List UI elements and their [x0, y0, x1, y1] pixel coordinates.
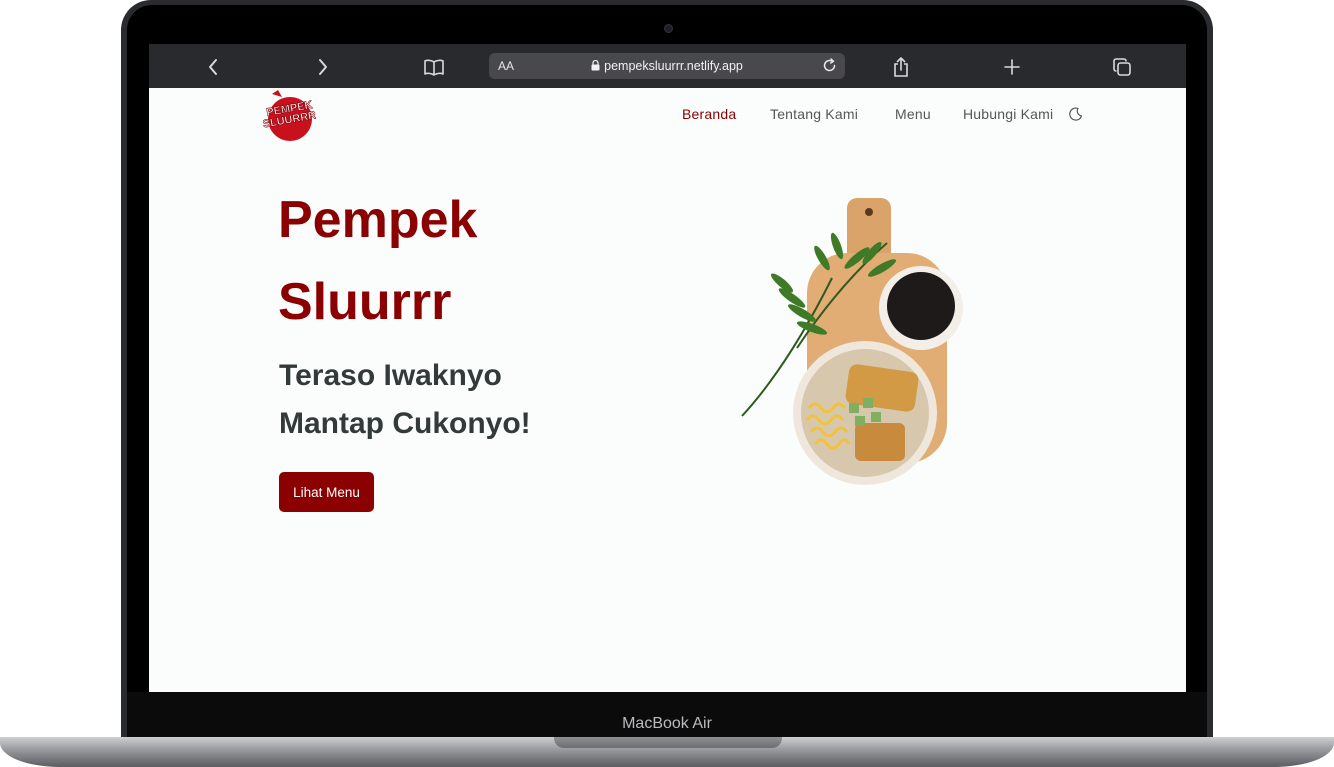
pempek-dish-image: [737, 198, 967, 498]
site-logo[interactable]: PEMPEK SLUURRR: [262, 88, 317, 142]
address-bar[interactable]: AA pempeksluurrr.netlify.app: [489, 53, 845, 79]
nav-item-menu[interactable]: Menu: [895, 106, 931, 122]
hero-subtitle-line2: Mantap Cukonyo!: [279, 407, 531, 440]
moon-icon[interactable]: [1069, 107, 1083, 126]
chevron-right-icon[interactable]: [308, 44, 338, 88]
url-text: pempeksluurrr.netlify.app: [604, 59, 743, 73]
view-menu-button[interactable]: Lihat Menu: [279, 472, 374, 512]
hero-title: Pempek Sluurrr: [278, 179, 618, 343]
url-display: pempeksluurrr.netlify.app: [489, 53, 845, 79]
hero-subtitle-line1: Teraso Iwaknyo: [279, 359, 502, 392]
nav-item-hubungi-kami[interactable]: Hubungi Kami: [963, 106, 1053, 122]
camera-icon: [664, 24, 673, 33]
browser-toolbar: AA pempeksluurrr.netlify.app: [149, 44, 1186, 88]
tabs-icon[interactable]: [1107, 44, 1137, 88]
plus-icon[interactable]: [997, 44, 1027, 88]
nav-item-tentang-kami[interactable]: Tentang Kami: [770, 106, 858, 122]
chevron-left-icon[interactable]: [198, 44, 228, 88]
hero-title-line1: Pempek: [278, 191, 478, 249]
device-model-label: MacBook Air: [622, 715, 712, 732]
nav-item-beranda[interactable]: Beranda: [682, 106, 736, 122]
reload-icon[interactable]: [822, 53, 837, 79]
laptop-base-notch: [554, 737, 782, 748]
hero-title-line2: Sluurrr: [278, 273, 452, 331]
book-icon[interactable]: [419, 44, 449, 88]
share-icon[interactable]: [886, 44, 916, 88]
lock-icon: [591, 59, 600, 71]
screen: AA pempeksluurrr.netlify.app PEMPEK SLUU…: [149, 44, 1186, 692]
hero-subtitle: Teraso Iwaknyo Mantap Cukonyo!: [279, 352, 619, 448]
